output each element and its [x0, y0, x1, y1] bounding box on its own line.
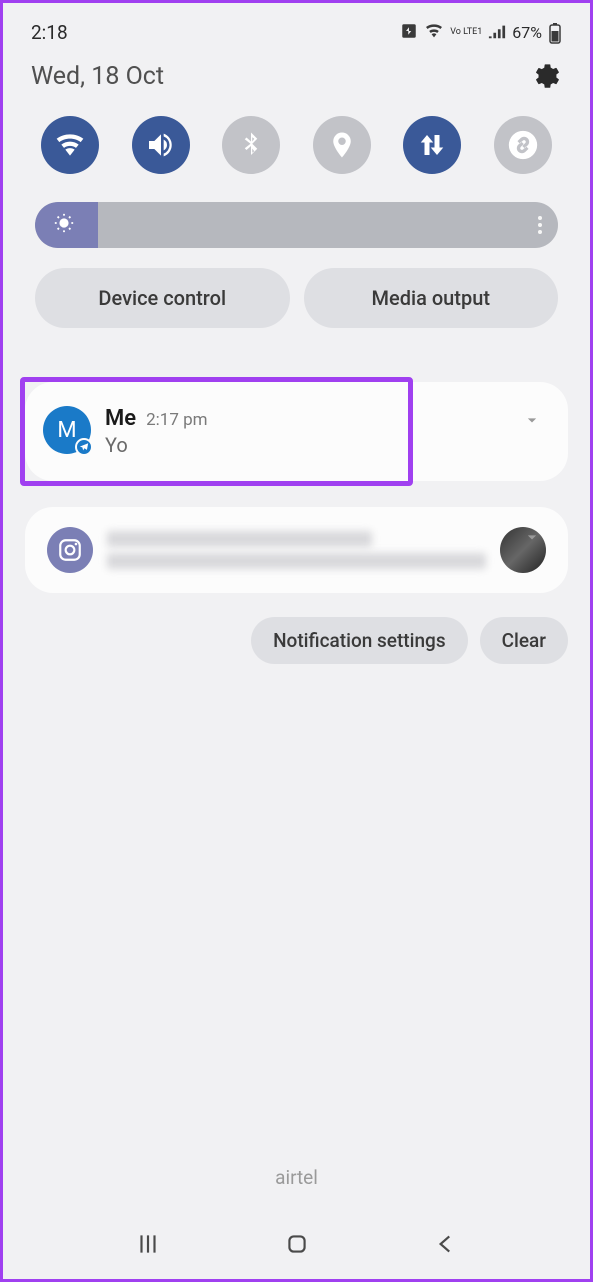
notification-time: 2:17 pm	[146, 410, 207, 430]
notification-instagram[interactable]	[25, 507, 568, 593]
date-row: Wed, 18 Oct	[3, 52, 590, 104]
settings-button[interactable]	[530, 60, 562, 92]
brightness-icon	[53, 212, 75, 238]
shazam-toggle[interactable]	[494, 116, 552, 174]
wifi-toggle[interactable]	[41, 116, 99, 174]
media-output-button[interactable]: Media output	[304, 268, 559, 328]
blurred-content	[107, 531, 486, 569]
notification-sender: Me	[105, 406, 136, 431]
navigation-bar	[3, 1209, 590, 1279]
clear-button[interactable]: Clear	[480, 617, 568, 664]
gear-icon	[532, 62, 560, 90]
notification-settings-button[interactable]: Notification settings	[251, 617, 468, 664]
notification-actions: Notification settings Clear	[3, 601, 590, 680]
location-icon	[327, 130, 357, 160]
notification-avatar: M	[43, 406, 91, 454]
notification-telegram[interactable]: M Me 2:17 pm Yo	[25, 382, 568, 481]
home-button[interactable]	[277, 1224, 317, 1264]
wifi-status-icon	[424, 23, 444, 43]
back-icon	[433, 1231, 459, 1257]
bluetooth-icon	[236, 130, 266, 160]
notification-body: Me 2:17 pm Yo	[105, 406, 546, 457]
data-saver-icon	[400, 22, 418, 44]
status-bar: 2:18 Vo LTE1 67%	[3, 3, 590, 52]
telegram-badge-icon	[75, 438, 93, 456]
home-icon	[284, 1231, 310, 1257]
recents-button[interactable]	[128, 1224, 168, 1264]
back-button[interactable]	[426, 1224, 466, 1264]
avatar-letter: M	[57, 418, 76, 443]
bluetooth-toggle[interactable]	[222, 116, 280, 174]
carrier-label: airtel	[3, 1166, 590, 1189]
date-text[interactable]: Wed, 18 Oct	[31, 62, 164, 91]
volte-label: Vo LTE1	[450, 28, 482, 37]
battery-percent: 67%	[512, 23, 542, 42]
chevron-down-icon[interactable]	[522, 527, 542, 551]
sound-icon	[145, 129, 177, 161]
chevron-down-icon[interactable]	[522, 410, 542, 434]
sound-toggle[interactable]	[132, 116, 190, 174]
instagram-icon	[47, 527, 93, 573]
quick-settings-row	[3, 104, 590, 192]
status-indicators: Vo LTE1 67%	[400, 22, 562, 44]
brightness-more-button[interactable]	[538, 216, 542, 234]
data-arrows-icon	[417, 130, 447, 160]
notification-message: Yo	[105, 433, 546, 457]
battery-icon	[548, 22, 562, 44]
data-sync-toggle[interactable]	[403, 116, 461, 174]
recents-icon	[135, 1231, 161, 1257]
wifi-icon	[54, 129, 86, 161]
status-time: 2:18	[31, 21, 68, 44]
control-row: Device control Media output	[3, 266, 590, 346]
brightness-slider[interactable]	[35, 202, 558, 248]
shazam-icon	[506, 128, 540, 162]
signal-icon	[488, 23, 506, 43]
device-control-button[interactable]: Device control	[35, 268, 290, 328]
location-toggle[interactable]	[313, 116, 371, 174]
